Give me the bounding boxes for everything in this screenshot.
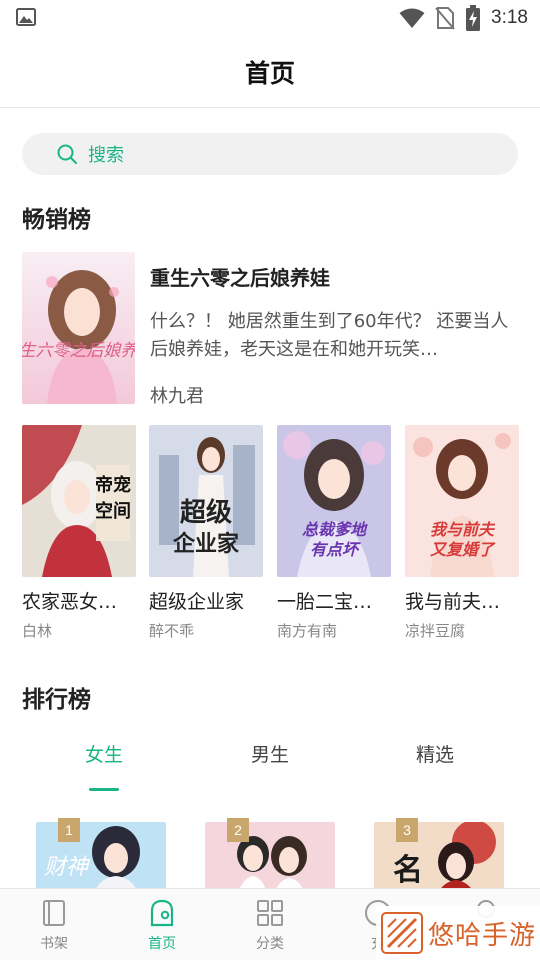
svg-text:企业家: 企业家 xyxy=(172,531,240,557)
nav-label: 分类 xyxy=(256,936,284,952)
rank-badge: 3 xyxy=(396,818,418,842)
nav-bookshelf[interactable]: 书架 xyxy=(14,897,94,953)
book-card[interactable]: 总裁爹地 有点坏 一胎二宝… 南方有南 xyxy=(277,425,391,645)
category-icon xyxy=(257,900,283,926)
wifi-icon xyxy=(399,8,425,28)
book-author: 白林 xyxy=(22,622,53,640)
book-card[interactable]: 超级 企业家 超级企业家 醉不乖 xyxy=(149,425,263,645)
battery-charging-icon xyxy=(466,5,481,31)
bestseller-section-title: 畅销榜 xyxy=(22,207,91,233)
status-time: 3:18 xyxy=(491,7,528,28)
svg-text:超级: 超级 xyxy=(180,497,232,528)
ranking-section-title: 排行榜 xyxy=(22,687,91,713)
book-author: 凉拌豆腐 xyxy=(405,622,466,640)
svg-text:有点坏: 有点坏 xyxy=(310,540,361,559)
featured-cover-text: 重生六零之后娘养娃 xyxy=(22,341,135,361)
book-title[interactable]: 一胎二宝… xyxy=(277,587,391,614)
book-cover[interactable]: 超级 企业家 xyxy=(149,425,263,577)
search-placeholder: 搜索 xyxy=(88,145,124,166)
book-cover[interactable]: 总裁爹地 有点坏 xyxy=(277,425,391,577)
svg-text:空间: 空间 xyxy=(95,500,131,522)
featured-book[interactable]: 重生六零之后娘养娃 重生六零之后娘养娃 什么？！ 她居然重生到了60年代？ 还要… xyxy=(22,252,518,407)
ranking-tabs: 女生 男生 精选 xyxy=(0,740,540,796)
bookshelf-icon xyxy=(43,900,65,926)
search-icon xyxy=(57,144,77,164)
featured-book-description: 什么？！ 她居然重生到了60年代？ 还要当人后娘养娃，老天这是在和她开玩笑… xyxy=(150,311,509,360)
book-title[interactable]: 超级企业家 xyxy=(149,587,263,614)
watermark: 悠哈手游 xyxy=(376,906,540,960)
gallery-notification-icon xyxy=(16,8,36,26)
rank-badge: 2 xyxy=(227,818,249,842)
rank-badge: 1 xyxy=(58,818,80,842)
nav-home[interactable]: 首页 xyxy=(122,897,202,953)
book-author: 南方有南 xyxy=(277,622,338,640)
featured-book-author: 林九君 xyxy=(150,386,204,407)
book-card[interactable]: 我与前夫 又复婚了 我与前夫… 凉拌豆腐 xyxy=(405,425,519,645)
watermark-text: 悠哈手游 xyxy=(428,920,537,951)
svg-text:财神: 财神 xyxy=(44,855,91,880)
book-card[interactable]: 帝宠 空间 农家恶女… 白林 xyxy=(22,425,136,645)
book-title[interactable]: 农家恶女… xyxy=(22,587,136,614)
svg-text:又复婚了: 又复婚了 xyxy=(430,540,496,559)
search-bar[interactable]: 搜索 xyxy=(22,133,518,175)
book-cover[interactable]: 我与前夫 又复婚了 xyxy=(405,425,519,577)
bestseller-book-grid: 帝宠 空间 农家恶女… 白林 超级 企业家 超级企业家 醉不乖 总裁爹地 有点坏… xyxy=(22,425,519,645)
svg-text:帝宠: 帝宠 xyxy=(95,474,131,496)
title-bar: 首页 xyxy=(0,36,540,108)
featured-book-cover[interactable]: 重生六零之后娘养娃 xyxy=(22,252,135,404)
book-title[interactable]: 我与前夫… xyxy=(405,587,519,614)
status-bar: 3:18 xyxy=(0,0,540,36)
page-title: 首页 xyxy=(244,58,295,88)
nav-category[interactable]: 分类 xyxy=(230,897,310,953)
svg-text:名: 名 xyxy=(393,853,423,888)
watermark-logo-icon xyxy=(381,912,423,954)
book-cover[interactable]: 帝宠 空间 xyxy=(22,425,136,577)
home-icon xyxy=(150,899,174,927)
nav-label: 首页 xyxy=(148,936,176,952)
tab-featured[interactable]: 精选 xyxy=(380,740,490,767)
featured-book-title[interactable]: 重生六零之后娘养娃 xyxy=(150,262,330,291)
nav-label: 书架 xyxy=(40,936,68,952)
svg-text:我与前夫: 我与前夫 xyxy=(430,520,496,539)
book-author: 醉不乖 xyxy=(149,622,195,640)
tab-male[interactable]: 男生 xyxy=(215,740,325,767)
active-tab-indicator xyxy=(89,788,119,791)
tab-female[interactable]: 女生 xyxy=(49,740,159,767)
svg-text:总裁爹地: 总裁爹地 xyxy=(302,520,368,539)
no-sim-icon xyxy=(435,7,455,30)
